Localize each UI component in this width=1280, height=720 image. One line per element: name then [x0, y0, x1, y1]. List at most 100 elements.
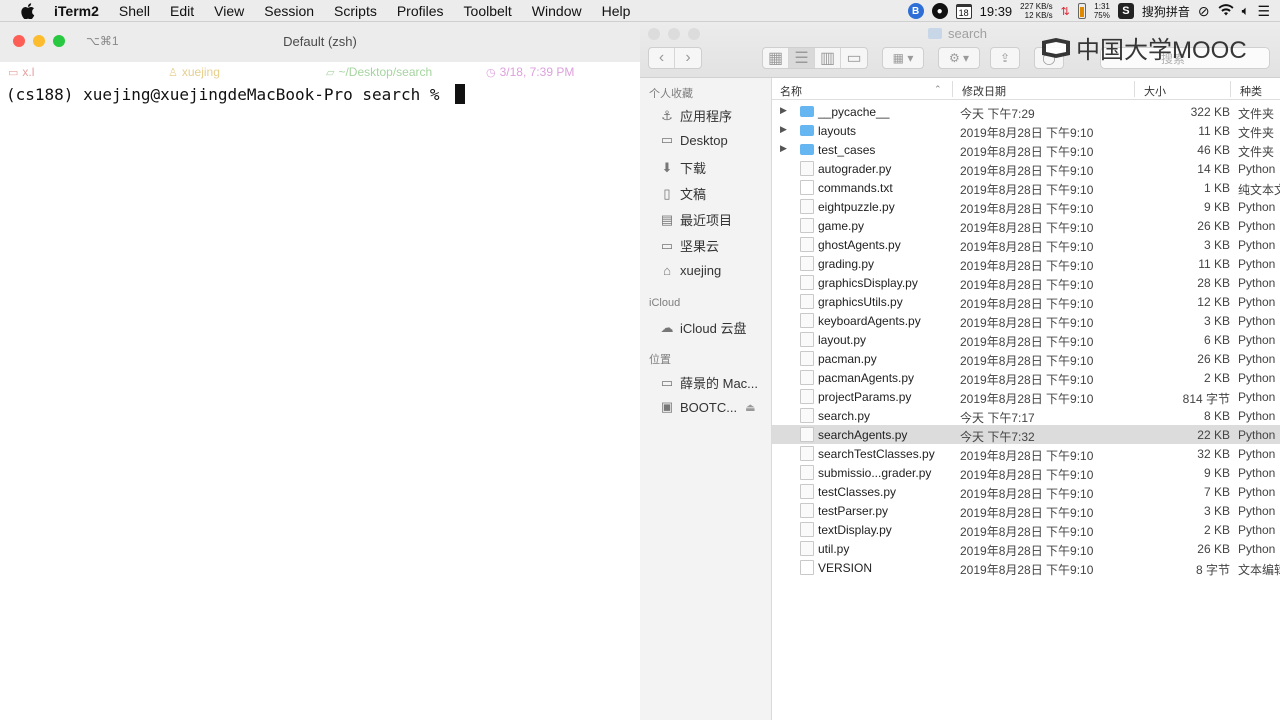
- clock-icon: ◷: [486, 66, 496, 79]
- action-gear-button[interactable]: ⚙ ▾: [938, 47, 980, 69]
- clock[interactable]: 19:39: [980, 4, 1013, 19]
- file-row[interactable]: util.py 2019年8月28日 下午9:10 26 KB Python: [772, 539, 1280, 558]
- file-row[interactable]: autograder.py 2019年8月28日 下午9:10 14 KB Pytho…: [772, 159, 1280, 178]
- icon-view-button[interactable]: ▦: [763, 48, 789, 68]
- forward-button[interactable]: ›: [675, 48, 701, 68]
- file-row[interactable]: grading.py 2019年8月28日 下午9:10 11 KB Python: [772, 254, 1280, 273]
- sidebar-item-home[interactable]: ⌂ xuejing: [658, 262, 721, 278]
- ime-label[interactable]: 搜狗拼音: [1142, 3, 1190, 20]
- menu-session[interactable]: Session: [264, 3, 314, 19]
- file-row[interactable]: projectParams.py 2019年8月28日 下午9:10 814 字节 P…: [772, 387, 1280, 406]
- file-row[interactable]: layout.py 2019年8月28日 下午9:10 6 KB Python: [772, 330, 1280, 349]
- sidebar-item-mac[interactable]: ▭ 薛景的 Mac...: [658, 373, 758, 392]
- file-row[interactable]: eightpuzzle.py 2019年8月28日 下午9:10 9 KB Pytho…: [772, 197, 1280, 216]
- sidebar-item-downloads[interactable]: ⬇︎ 下载: [658, 158, 706, 177]
- file-row[interactable]: commands.txt 2019年8月28日 下午9:10 1 KB 纯文本文稿: [772, 178, 1280, 197]
- status-user[interactable]: ♙ xuejing: [168, 65, 220, 79]
- menu-toolbelt[interactable]: Toolbelt: [464, 3, 512, 19]
- menu-window[interactable]: Window: [532, 3, 582, 19]
- sidebar-header-favorites: 个人收藏: [649, 88, 693, 100]
- file-kind: Python: [1238, 352, 1276, 366]
- terminal-prompt[interactable]: (cs188) xuejing@xuejingdeMacBook-Pro sea…: [6, 84, 466, 104]
- column-date[interactable]: 修改日期: [962, 83, 1006, 99]
- disclosure-triangle-icon[interactable]: ▶: [780, 124, 787, 135]
- network-monitor[interactable]: 227 KB/s 12 KB/s: [1020, 2, 1052, 20]
- menu-shell[interactable]: Shell: [119, 3, 150, 19]
- nav-buttons: ‹ ›: [648, 47, 702, 69]
- file-row[interactable]: testParser.py 2019年8月28日 下午9:10 3 KB Python: [772, 501, 1280, 520]
- sogou-icon[interactable]: S: [1117, 3, 1134, 19]
- file-row[interactable]: ▶ __pycache__ 今天 下午7:29 322 KB 文件夹: [772, 102, 1280, 121]
- sidebar-item-applications[interactable]: ⚓︎ 应用程序: [658, 106, 732, 125]
- calendar-icon[interactable]: 18: [955, 3, 972, 19]
- battery-icon[interactable]: [1077, 3, 1086, 19]
- status-time[interactable]: ◷ 3/18, 7:39 PM: [486, 65, 574, 79]
- file-row[interactable]: textDisplay.py 2019年8月28日 下午9:10 2 KB Pytho…: [772, 520, 1280, 539]
- share-button[interactable]: ⇪: [990, 47, 1020, 69]
- sidebar-item-jianguoyun[interactable]: ▭ 坚果云: [658, 236, 719, 255]
- menu-profiles[interactable]: Profiles: [397, 3, 444, 19]
- vpn-icon[interactable]: ⊘: [1198, 3, 1210, 20]
- file-row[interactable]: graphicsDisplay.py 2019年8月28日 下午9:10 28 KB…: [772, 273, 1280, 292]
- list-view-button[interactable]: ☰: [789, 48, 815, 68]
- file-row[interactable]: graphicsUtils.py 2019年8月28日 下午9:10 12 KB Py…: [772, 292, 1280, 311]
- sidebar-item-icloud-drive[interactable]: ☁︎ iCloud 云盘: [658, 318, 747, 337]
- file-row[interactable]: searchAgents.py 今天 下午7:32 22 KB Python: [772, 425, 1280, 444]
- file-row[interactable]: VERSION 2019年8月28日 下午9:10 8 字节文本编辑: [772, 558, 1280, 577]
- menu-scripts[interactable]: Scripts: [334, 3, 377, 19]
- folder-icon: [800, 106, 814, 117]
- column-view-button[interactable]: ▥: [815, 48, 841, 68]
- file-row[interactable]: ghostAgents.py 2019年8月28日 下午9:10 3 KB Pytho…: [772, 235, 1280, 254]
- obs-icon[interactable]: ●: [931, 3, 948, 19]
- menu-view[interactable]: View: [214, 3, 244, 19]
- file-row[interactable]: ▶ layouts 2019年8月28日 下午9:10 11 KB 文件夹: [772, 121, 1280, 140]
- back-button[interactable]: ‹: [649, 48, 675, 68]
- document-icon: ▯: [663, 185, 671, 201]
- status-host[interactable]: ▭ x.l: [8, 65, 34, 79]
- file-row[interactable]: pacman.py 2019年8月28日 下午9:10 26 KB Python: [772, 349, 1280, 368]
- file-date: 2019年8月28日 下午9:10: [960, 506, 1094, 520]
- apple-icon[interactable]: [20, 2, 36, 19]
- battery-percent: 75%: [1093, 11, 1110, 20]
- sidebar-item-documents[interactable]: ▯ 文稿: [658, 184, 706, 203]
- finder-close-button[interactable]: [648, 28, 660, 40]
- net-up: 227 KB/s: [1020, 2, 1053, 11]
- disclosure-triangle-icon[interactable]: ▶: [780, 105, 787, 116]
- gallery-view-button[interactable]: ▭: [841, 48, 867, 68]
- file-row[interactable]: game.py 2019年8月28日 下午9:10 26 KB Python: [772, 216, 1280, 235]
- python-file-icon: [800, 484, 814, 499]
- column-kind[interactable]: 种类: [1240, 83, 1262, 99]
- file-row[interactable]: keyboardAgents.py 2019年8月28日 下午9:10 3 KB Py…: [772, 311, 1280, 330]
- sidebar-item-desktop[interactable]: ▭ Desktop: [658, 132, 728, 148]
- bluetooth-app-icon[interactable]: B: [907, 3, 924, 19]
- control-center-icon[interactable]: ☰: [1257, 3, 1270, 20]
- file-row[interactable]: testClasses.py 2019年8月28日 下午9:10 7 KB Pytho…: [772, 482, 1280, 501]
- eject-icon[interactable]: ⏏: [745, 401, 755, 414]
- menu-app-iterm2[interactable]: iTerm2: [54, 3, 99, 19]
- sidebar-item-bootcamp[interactable]: ▣ BOOTC... ⏏: [658, 399, 756, 415]
- file-date: 2019年8月28日 下午9:10: [960, 563, 1094, 577]
- file-row[interactable]: submissio...grader.py 2019年8月28日 下午9:10 9 …: [772, 463, 1280, 482]
- menu-help[interactable]: Help: [602, 3, 631, 19]
- column-name[interactable]: 名称: [780, 83, 802, 99]
- file-row[interactable]: ▶ test_cases 2019年8月28日 下午9:10 46 KB 文件夹: [772, 140, 1280, 159]
- laptop-icon: ▭: [8, 66, 19, 79]
- finder-minimize-button[interactable]: [668, 28, 680, 40]
- file-row[interactable]: pacmanAgents.py 2019年8月28日 下午9:10 2 KB Pyth…: [772, 368, 1280, 387]
- volume-icon[interactable]: 🔈︎: [1242, 3, 1250, 19]
- terminal-titlebar[interactable]: ⌥⌘1 Default (zsh): [0, 22, 640, 62]
- file-row[interactable]: searchTestClasses.py 2019年8月28日 下午9:10 32 …: [772, 444, 1280, 463]
- finder-window: search ‹ › ▦ ☰ ▥ ▭ ▦ ▾ ⚙ ▾ ⇪ ◯ 搜索 中国大学MO…: [640, 22, 1280, 720]
- status-dir[interactable]: ▱ ~/Desktop/search: [326, 65, 432, 79]
- finder-zoom-button[interactable]: [688, 28, 700, 40]
- column-size[interactable]: 大小: [1144, 83, 1166, 99]
- group-button[interactable]: ▦ ▾: [882, 47, 924, 69]
- disclosure-triangle-icon[interactable]: ▶: [780, 143, 787, 154]
- python-file-icon: [800, 389, 814, 404]
- file-date: 2019年8月28日 下午9:10: [960, 297, 1094, 311]
- file-row[interactable]: search.py 今天 下午7:17 8 KB Python: [772, 406, 1280, 425]
- file-date: 2019年8月28日 下午9:10: [960, 525, 1094, 539]
- menu-edit[interactable]: Edit: [170, 3, 194, 19]
- wifi-icon[interactable]: [1218, 3, 1234, 19]
- sidebar-item-recents[interactable]: ▤ 最近项目: [658, 210, 732, 229]
